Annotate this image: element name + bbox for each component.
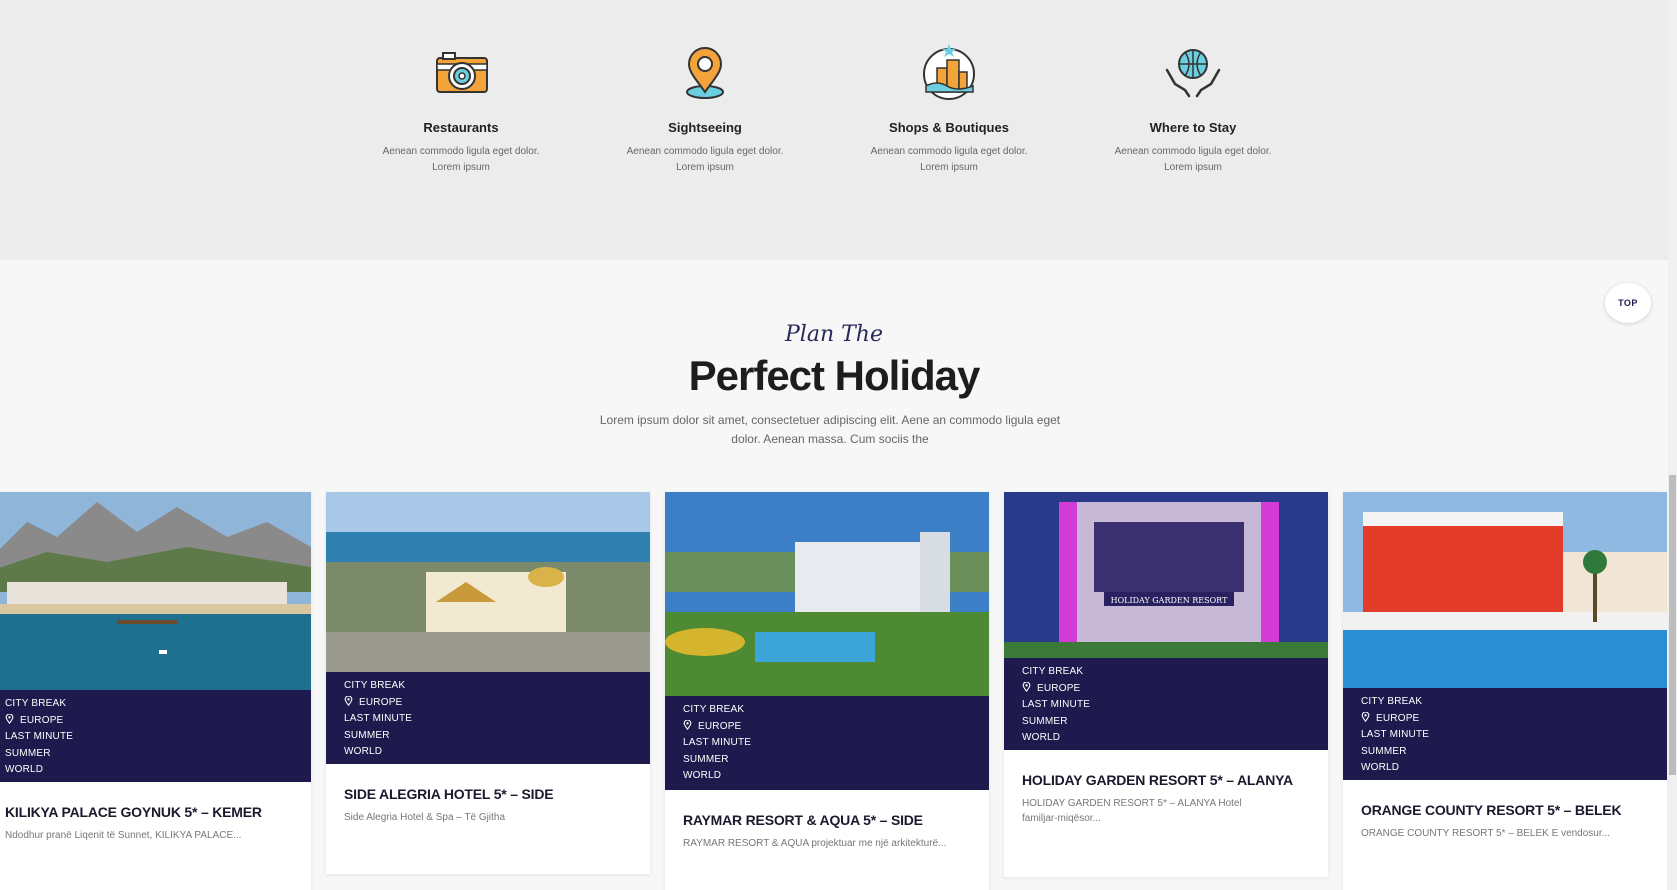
feature-desc: Aenean commodo ligula eget dolor. Lorem i…: [626, 146, 784, 173]
tag-link[interactable]: Summer: [683, 752, 971, 769]
tag-link[interactable]: World: [1022, 730, 1310, 747]
section-script-heading: Plan The: [785, 322, 883, 347]
hotel-photo[interactable]: [0, 492, 311, 690]
card-title[interactable]: RAYMAR RESORT & AQUA 5* – SIDE: [665, 790, 989, 828]
card-excerpt: Ndodhur pranë Liqenit të Sunnet, KILIKYA…: [5, 830, 242, 841]
tags-bar: City Break Europe Last Minute Summer Wor…: [1343, 688, 1667, 780]
camera-icon: [436, 52, 488, 93]
map-pin-icon: [686, 47, 724, 99]
feature-title: Shops & Boutiques: [889, 120, 1009, 135]
tag-link[interactable]: Summer: [1022, 714, 1310, 731]
hotel-photo[interactable]: [665, 492, 989, 696]
back-to-top-button[interactable]: TOP: [1605, 283, 1651, 323]
tag-link[interactable]: World: [683, 768, 971, 785]
tour-card-kilikya[interactable]: City Break Europe Last Minute Summer Wor…: [0, 492, 311, 890]
tag-link[interactable]: City Break: [344, 678, 632, 695]
tag-link-location[interactable]: Europe: [1361, 711, 1649, 728]
tag-link[interactable]: World: [344, 744, 632, 761]
feature-where-to-stay[interactable]: Where to Stay Aenean commodo ligula eget…: [1098, 40, 1288, 176]
tag-link[interactable]: Summer: [1361, 744, 1649, 761]
feature-shops[interactable]: Shops & Boutiques Aenean commodo ligula …: [854, 40, 1044, 176]
feature-sightseeing[interactable]: Sightseeing Aenean commodo ligula eget d…: [610, 40, 800, 176]
feature-restaurants[interactable]: Restaurants Aenean commodo ligula eget d…: [366, 40, 556, 176]
feature-title: Sightseeing: [668, 120, 742, 135]
scrollbar-thumb[interactable]: [1669, 475, 1676, 775]
tag-link[interactable]: Last Minute: [344, 711, 632, 728]
card-excerpt: RAYMAR RESORT & AQUA projektuar me një a…: [683, 838, 947, 849]
globe-hands-icon: [1165, 49, 1221, 98]
tag-link[interactable]: World: [5, 762, 293, 779]
card-title[interactable]: KILIKYA PALACE GOYNUK 5* – KEMER: [0, 782, 311, 820]
tag-link[interactable]: Last Minute: [5, 729, 293, 746]
feature-desc: Aenean commodo ligula eget dolor. Lorem i…: [870, 146, 1028, 173]
card-excerpt: ORANGE COUNTY RESORT 5* – BELEK E vendos…: [1361, 828, 1610, 839]
tag-link[interactable]: City Break: [683, 702, 971, 719]
map-pin-icon: [5, 713, 14, 724]
hotel-photo[interactable]: [1343, 492, 1667, 688]
feature-title: Restaurants: [423, 120, 499, 135]
card-excerpt: HOLIDAY GARDEN RESORT 5* – ALANYA Hotel …: [1022, 798, 1242, 824]
tag-link-location[interactable]: Europe: [5, 713, 293, 730]
tag-link[interactable]: Last Minute: [1361, 727, 1649, 744]
section-title: Perfect Holiday: [688, 352, 981, 399]
tag-link-location[interactable]: Europe: [1022, 681, 1310, 698]
tour-card-orange-county[interactable]: City Break Europe Last Minute Summer Wor…: [1343, 492, 1667, 890]
feature-desc: Aenean commodo ligula eget dolor. Lorem i…: [382, 146, 540, 173]
card-excerpt: Side Alegria Hotel & Spa – Të Gjitha: [344, 812, 506, 823]
tour-card-side-alegria[interactable]: City Break Europe Last Minute Summer Wor…: [326, 492, 650, 874]
features-section: Restaurants Aenean commodo ligula eget d…: [0, 0, 1668, 260]
map-pin-icon: [344, 695, 353, 706]
tag-link-location[interactable]: Europe: [344, 695, 632, 712]
hotel-photo[interactable]: HOLIDAY GARDEN RESORT: [1004, 492, 1328, 658]
map-pin-icon: [683, 719, 692, 730]
tour-card-raymar[interactable]: City Break Europe Last Minute Summer Wor…: [665, 492, 989, 890]
section-lead: Lorem ipsum dolor sit amet, consectetuer…: [599, 413, 1061, 446]
hotel-sign-text: HOLIDAY GARDEN RESORT: [1111, 596, 1228, 605]
card-title[interactable]: ORANGE COUNTY RESORT 5* – BELEK: [1343, 780, 1667, 818]
tag-link[interactable]: Summer: [344, 728, 632, 745]
map-pin-icon: [1361, 711, 1370, 722]
tag-link[interactable]: World: [1361, 760, 1649, 777]
tag-link-location[interactable]: Europe: [683, 719, 971, 736]
tag-link[interactable]: Last Minute: [1022, 697, 1310, 714]
map-pin-icon: [1022, 681, 1031, 692]
tag-link[interactable]: City Break: [1361, 694, 1649, 711]
tag-link[interactable]: Summer: [5, 746, 293, 763]
tags-bar: City Break Europe Last Minute Summer Wor…: [326, 672, 650, 764]
tag-link[interactable]: City Break: [1022, 664, 1310, 681]
card-title[interactable]: SIDE ALEGRIA HOTEL 5* – SIDE: [326, 764, 650, 802]
card-title[interactable]: HOLIDAY GARDEN RESORT 5* – ALANYA: [1004, 750, 1328, 788]
tags-bar: City Break Europe Last Minute Summer Wor…: [665, 696, 989, 790]
feature-title: Where to Stay: [1149, 120, 1237, 135]
tag-link[interactable]: Last Minute: [683, 735, 971, 752]
tag-link[interactable]: City Break: [5, 696, 293, 713]
page-scrollbar[interactable]: [1668, 0, 1677, 890]
feature-desc: Aenean commodo ligula eget dolor. Lorem i…: [1114, 146, 1272, 173]
tags-bar: City Break Europe Last Minute Summer Wor…: [1004, 658, 1328, 750]
hotel-photo[interactable]: [326, 492, 650, 672]
tags-bar: City Break Europe Last Minute Summer Wor…: [0, 690, 311, 782]
city-icon: [923, 44, 975, 100]
tour-card-holiday-garden[interactable]: HOLIDAY GARDEN RESORT City Break Europe …: [1004, 492, 1328, 877]
